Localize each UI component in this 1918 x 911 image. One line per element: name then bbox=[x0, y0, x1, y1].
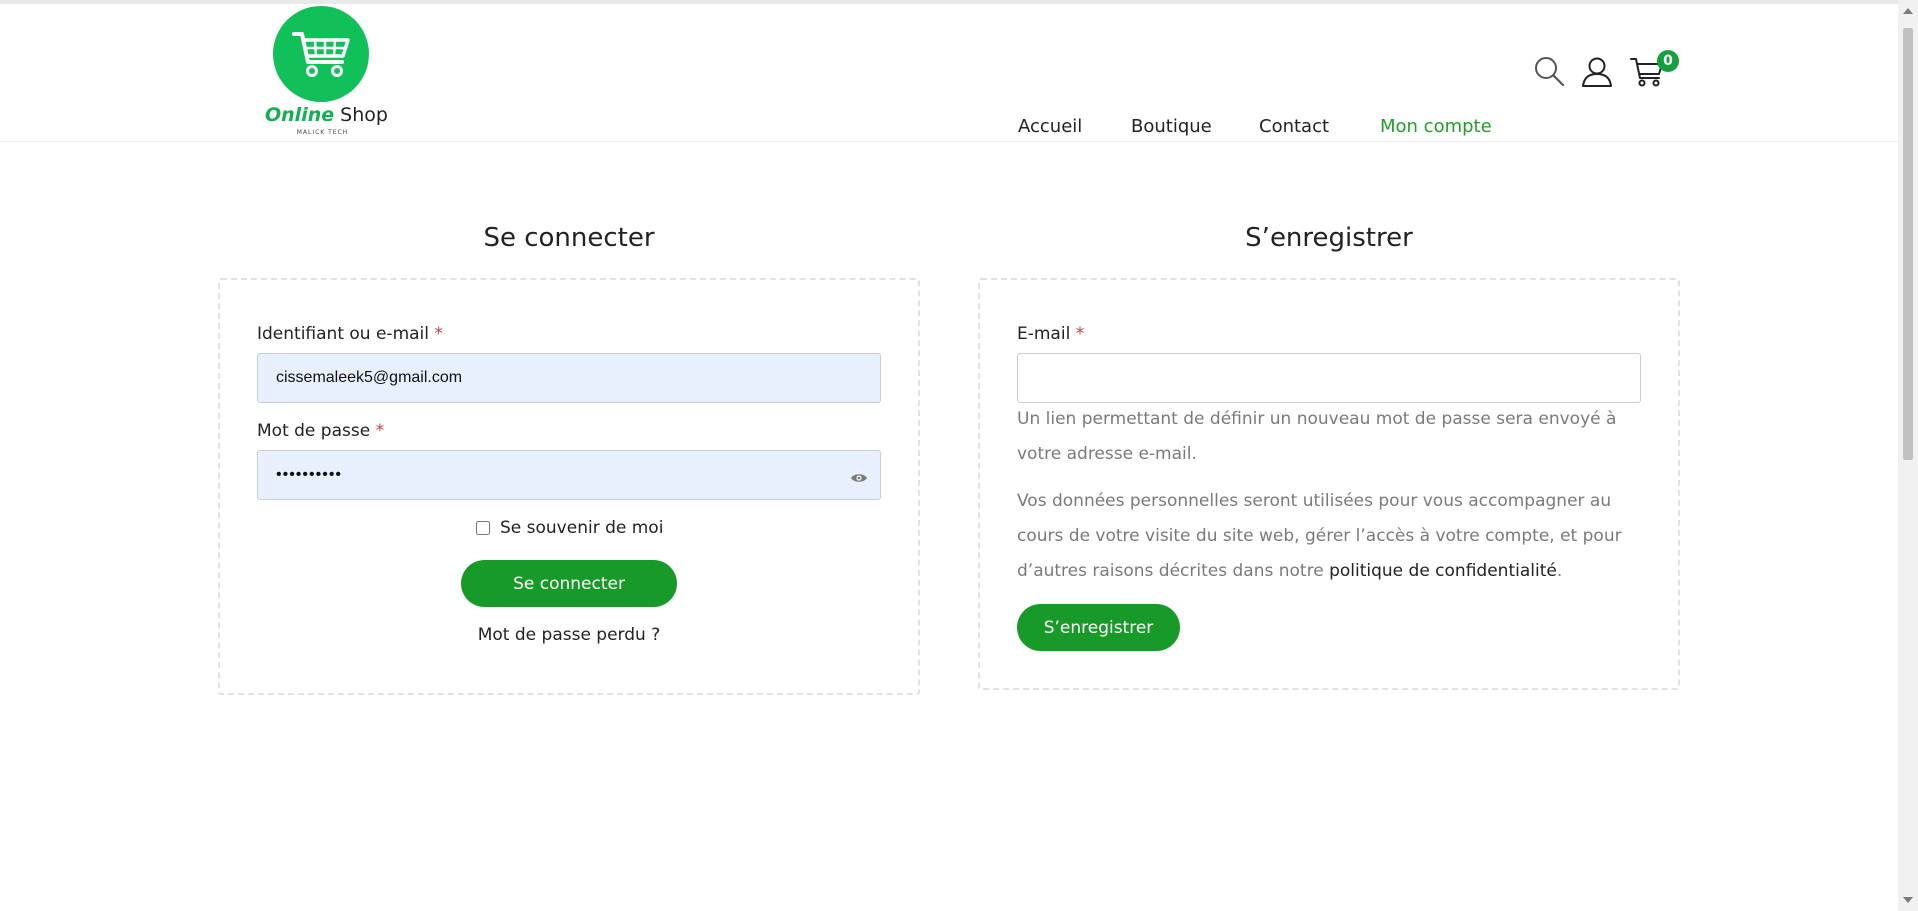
password-input[interactable] bbox=[257, 450, 881, 500]
email-label: E-mail * bbox=[1017, 324, 1084, 344]
logo-wordmark: Online Shop bbox=[265, 104, 388, 126]
nav-boutique[interactable]: Boutique bbox=[1131, 116, 1212, 137]
remember-checkbox[interactable] bbox=[476, 521, 490, 535]
password-label-text: Mot de passe bbox=[257, 421, 371, 441]
privacy-notice: Vos données personnelles seront utilisée… bbox=[1017, 484, 1657, 589]
username-label: Identifiant ou e-mail * bbox=[257, 324, 443, 344]
username-input[interactable] bbox=[257, 353, 881, 403]
register-button[interactable]: S’enregistrer bbox=[1017, 604, 1180, 651]
required-marker: * bbox=[434, 324, 443, 344]
login-button[interactable]: Se connecter bbox=[461, 560, 677, 607]
scroll-down-arrow-icon[interactable] bbox=[1903, 897, 1913, 903]
username-label-text: Identifiant ou e-mail bbox=[257, 324, 429, 344]
eye-icon[interactable] bbox=[850, 472, 868, 484]
scroll-up-arrow-icon[interactable] bbox=[1903, 8, 1913, 14]
search-icon[interactable] bbox=[1533, 55, 1565, 87]
lost-password-link[interactable]: Mot de passe perdu ? bbox=[218, 625, 920, 645]
remember-me: Se souvenir de moi bbox=[476, 518, 663, 538]
nav-accueil[interactable]: Accueil bbox=[1018, 116, 1082, 137]
logo-word-shop: Shop bbox=[334, 104, 388, 126]
remember-label: Se souvenir de moi bbox=[500, 518, 664, 538]
cart-count-badge: 0 bbox=[1657, 50, 1679, 72]
privacy-end: . bbox=[1556, 561, 1563, 581]
password-label: Mot de passe * bbox=[257, 421, 384, 441]
nav-mon-compte[interactable]: Mon compte bbox=[1380, 116, 1492, 137]
nav-contact[interactable]: Contact bbox=[1259, 116, 1329, 137]
login-title: Se connecter bbox=[483, 223, 655, 253]
required-marker: * bbox=[1075, 324, 1085, 344]
user-icon[interactable] bbox=[1581, 55, 1613, 87]
password-notice: Un lien permettant de définir un nouveau… bbox=[1017, 409, 1617, 464]
logo-cart-icon bbox=[273, 6, 369, 102]
email-label-text: E-mail bbox=[1017, 324, 1071, 344]
register-email-input[interactable] bbox=[1017, 353, 1641, 403]
register-title: S’enregistrer bbox=[1245, 223, 1413, 253]
site-logo[interactable]: Online Shop MALICK TECH bbox=[265, 6, 388, 141]
required-marker: * bbox=[375, 421, 385, 441]
logo-tagline: MALICK TECH bbox=[296, 129, 349, 136]
logo-word-online: Online bbox=[265, 104, 335, 126]
privacy-policy-link[interactable]: politique de confidentialité bbox=[1329, 561, 1557, 581]
scrollbar-thumb[interactable] bbox=[1903, 28, 1913, 460]
